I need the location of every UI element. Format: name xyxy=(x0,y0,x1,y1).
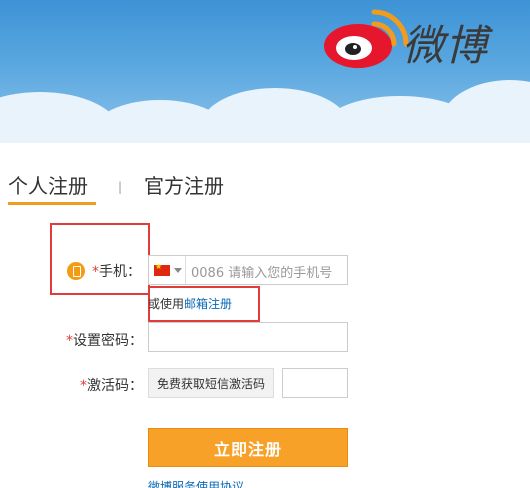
register-now-button[interactable]: 立即注册 xyxy=(148,428,348,467)
highlight-box-phone-label xyxy=(50,223,150,295)
alt-register-line: 或使用邮箱注册 xyxy=(148,295,232,312)
weibo-logo-text: 微博 xyxy=(402,21,489,70)
phone-placeholder: 0086 请输入您的手机号 xyxy=(191,266,333,281)
alt-register-prefix: 或使用 xyxy=(148,297,185,311)
phone-input[interactable]: 0086 请输入您的手机号 xyxy=(148,255,348,285)
tab-personal-register[interactable]: 个人注册 xyxy=(8,170,88,199)
required-mark: * xyxy=(92,264,99,280)
china-flag-icon[interactable] xyxy=(154,262,170,276)
tab-separator: | xyxy=(118,180,123,194)
cloud-decoration xyxy=(440,80,530,143)
active-tab-indicator xyxy=(8,202,96,205)
tab-official-register[interactable]: 官方注册 xyxy=(144,170,224,199)
activation-code-input[interactable] xyxy=(282,368,348,398)
password-input[interactable] xyxy=(148,322,348,352)
chevron-down-icon[interactable] xyxy=(174,268,182,273)
required-mark: * xyxy=(80,378,87,394)
phone-icon xyxy=(67,262,85,280)
get-sms-code-button[interactable]: 免费获取短信激活码 xyxy=(148,368,274,398)
header-banner: 微博 xyxy=(0,0,530,143)
activation-label: *激活码： xyxy=(80,375,143,395)
password-label-text: 设置密码： xyxy=(73,333,143,349)
input-divider xyxy=(185,256,186,284)
phone-label-text: 手机： xyxy=(99,264,141,280)
activation-label-text: 激活码： xyxy=(87,378,143,394)
required-mark: * xyxy=(66,333,73,349)
email-register-link[interactable]: 邮箱注册 xyxy=(184,297,232,311)
terms-link[interactable]: 微博服务使用协议 xyxy=(148,478,244,488)
phone-label: *手机： xyxy=(92,261,141,281)
password-label: *设置密码： xyxy=(66,330,143,350)
